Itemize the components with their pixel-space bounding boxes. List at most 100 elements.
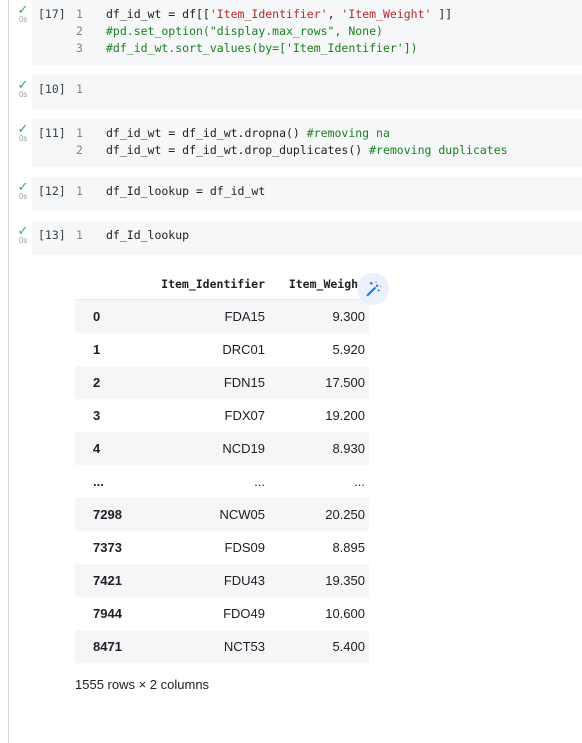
cell-execution-prompt: [17] [38,7,66,21]
table-cell-index: 1 [93,342,101,357]
table-row: 8471 NCT53 5.400 [75,630,369,663]
code-cell[interactable]: ✓ 0s [11] 1 df_id_wt = df_id_wt.dropna() #re… [0,119,582,167]
dataframe-shape-footer: 1555 rows × 2 columns [75,677,210,692]
code-line-number: 1 [76,126,83,140]
code-line: [13] 1 df_Id_lookup [32,227,582,244]
cell-run-status[interactable]: ✓ 0s [14,2,32,24]
table-cell-index: 3 [93,408,101,423]
code-cell[interactable]: ✓ 0s [12] 1 df_Id_lookup = df_id_wt [0,177,582,211]
code-line: [12] 1 df_Id_lookup = df_id_wt [32,183,582,200]
code-line: 3 #df_id_wt.sort_values(by=['Item_Identif… [32,40,582,57]
cell-execution-prompt: [13] [38,228,66,242]
table-cell-index: ... [75,465,133,498]
table-cell-item-weight: 8.930 [269,432,369,465]
table-row: ......... [75,465,369,498]
code-line-number: 1 [76,228,83,242]
dataframe-body: 0 FDA15 9.300 1 DRC01 5.920 2 FDN15 17.500 3 FDX07… [75,299,369,663]
table-row: 3 FDX07 19.200 [75,399,369,432]
cell-runtime-label: 0s [18,134,28,143]
cell-output-dataframe: Item_Identifier Item_Weight 0 FDA15 9.300 1… [32,265,582,692]
table-cell-item-weight: 8.895 [332,540,365,555]
cell-run-status[interactable]: ✓ 0s [14,77,32,99]
column-header-item-weight: Item_Weight [269,271,369,300]
code-token-plain: df_id_wt = df_id_wt.drop_duplicates() [106,143,370,157]
check-icon: ✓ [17,121,29,136]
table-row: 7298 NCW05 20.250 [75,498,369,531]
cell-run-status[interactable]: ✓ 0s [14,121,32,143]
table-cell-item-identifier: ... [133,465,269,498]
code-cell-body[interactable]: [13] 1 df_Id_lookup [32,221,582,255]
table-cell-item-identifier: FDN15 [133,366,269,399]
check-icon: ✓ [17,2,29,17]
table-row: 7373 FDS09 8.895 [75,531,369,564]
code-cell-body[interactable]: [10] 1 [32,75,582,109]
table-row: 1 DRC01 5.920 [75,333,369,366]
table-cell-item-identifier: FDX07 [224,408,265,423]
table-row: 4 NCD19 8.930 [75,432,369,465]
cell-run-status[interactable]: ✓ 0s [14,180,32,201]
code-line: [17] 1 df_id_wt = df[['Item_Identifier', '… [32,6,582,23]
code-token-plain: ]] [431,7,453,21]
code-token-com: #df_id_wt.sort_values(by=['Item_Identifi… [106,41,418,55]
cell-execution-prompt: [10] [38,82,66,96]
cell-runtime-label: 0s [18,236,28,245]
table-cell-item-identifier: NCW05 [133,498,269,531]
table-cell-item-identifier: FDO49 [223,606,265,621]
table-cell-index: 4 [75,432,133,465]
table-cell-item-weight: 10.600 [325,606,365,621]
code-cell-body[interactable]: [12] 1 df_Id_lookup = df_id_wt [32,177,582,211]
code-line-number: 1 [76,7,83,21]
table-row: 7421 FDU43 19.350 [75,564,369,597]
cell-runtime-label: 0s [18,192,28,201]
table-cell-item-weight: 19.350 [269,564,369,597]
code-line-number: 1 [76,184,83,198]
code-token-plain: df_Id_lookup [106,228,190,242]
code-line: [10] 1 [32,81,582,98]
notebook-container: ✓ 0s [17] 1 df_id_wt = df[['Item_Identifier'… [0,0,582,692]
table-cell-item-identifier: NCT53 [133,630,269,663]
code-token-com: #removing na [306,126,390,140]
code-line-number: 3 [76,41,83,55]
code-cell[interactable]: ✓ 0s [10] 1 [0,75,582,109]
cell-run-status[interactable]: ✓ 0s [14,223,32,245]
cell-execution-prompt: [12] [38,184,66,198]
table-cell-item-weight: 5.400 [269,630,369,663]
code-cell-body[interactable]: [17] 1 df_id_wt = df[['Item_Identifier', '… [32,0,582,65]
dataframe-wrapper: Item_Identifier Item_Weight 0 FDA15 9.300 1… [75,271,395,692]
table-cell-index: 8471 [75,630,133,663]
table-row: 2 FDN15 17.500 [75,366,369,399]
code-line: [11] 1 df_id_wt = df_id_wt.dropna() #remov… [32,125,582,142]
code-cell[interactable]: ✓ 0s [17] 1 df_id_wt = df[['Item_Identifier'… [0,0,582,65]
code-token-plain: df_id_wt = df_id_wt.dropna() [106,126,307,140]
table-cell-item-weight: 17.500 [269,366,369,399]
code-line-number: 2 [76,24,83,38]
table-cell-item-identifier: NCD19 [133,432,269,465]
cell-runtime-label: 0s [18,90,28,99]
table-cell-item-weight: 9.300 [269,299,369,333]
code-cell-body[interactable]: [11] 1 df_id_wt = df_id_wt.dropna() #remov… [32,119,582,167]
table-cell-item-weight: ... [269,465,369,498]
check-icon: ✓ [17,77,29,92]
table-cell-item-identifier: DRC01 [222,342,265,357]
code-token-plain: , [327,7,342,21]
table-cell-item-weight: 5.920 [332,342,365,357]
table-cell-item-weight: 20.250 [269,498,369,531]
code-cell[interactable]: ✓ 0s [13] 1 df_Id_lookup [0,221,582,255]
table-cell-index: 7421 [75,564,133,597]
magic-wand-icon[interactable] [357,273,389,305]
cell-runtime-label: 0s [18,15,28,24]
code-token-str: 'Item_Weight' [341,7,432,21]
code-line: 2 df_id_wt = df_id_wt.drop_duplicates() #… [32,142,582,159]
table-cell-index: 7298 [75,498,133,531]
code-token-com: #pd.set_option("display.max_rows", None) [106,24,383,38]
check-icon: ✓ [17,223,29,238]
dataframe-table: Item_Identifier Item_Weight 0 FDA15 9.300 1… [75,271,369,663]
column-header-item-identifier: Item_Identifier [133,271,269,300]
code-cell-list: ✓ 0s [17] 1 df_id_wt = df[['Item_Identifier'… [0,0,582,255]
code-token-plain: df_id_wt = df[[ [106,7,210,21]
code-token-com: #removing duplicates [369,143,508,157]
table-row: 0 FDA15 9.300 [75,299,369,333]
table-cell-index: 2 [75,366,133,399]
table-cell-index: 7373 [93,540,122,555]
cell-execution-prompt: [11] [38,126,66,140]
